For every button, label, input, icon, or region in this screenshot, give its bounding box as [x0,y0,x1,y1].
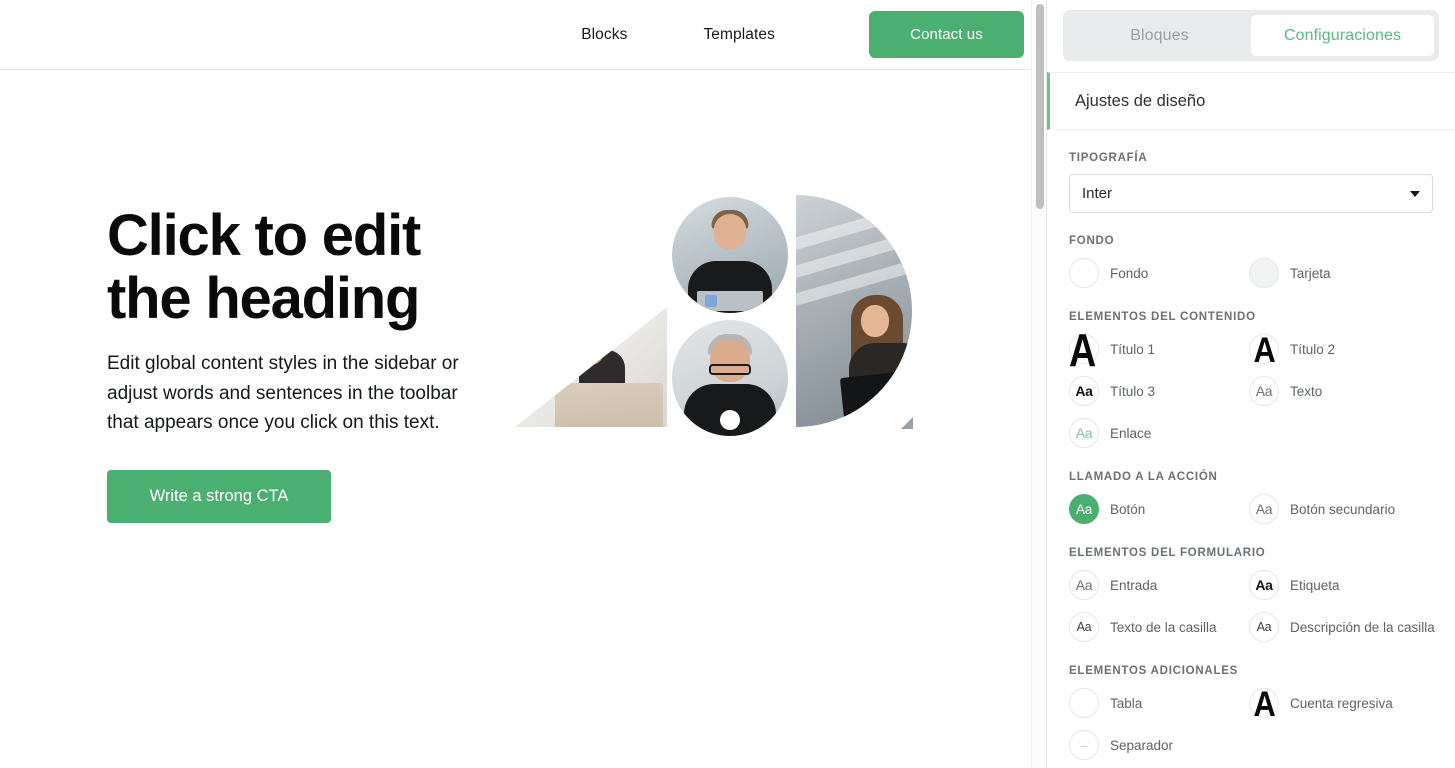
form-input-glyph-icon: Aa [1069,570,1099,600]
panel-tab-bar: Bloques Configuraciones [1063,10,1439,61]
section-title-tipografia: TIPOGRAFÍA [1069,152,1148,164]
swatch-label: Enlace [1110,425,1152,441]
hero-text-column: Click to edit the heading Edit global co… [0,204,500,523]
swatch-item-etiqueta[interactable]: Aa Etiqueta [1249,569,1435,601]
swatch-label: Tabla [1110,695,1143,711]
swatch-item-boton-secundario[interactable]: Aa Botón secundario [1249,493,1433,525]
checkbox-text-glyph-icon: Aa [1069,612,1099,642]
circle-swatch-white-icon [1069,258,1099,288]
swatch-label: Título 2 [1290,341,1336,357]
checkbox-description-letter: Aa [1256,620,1272,634]
secondary-button-glyph-icon: Aa [1249,494,1279,524]
swatch-label: Texto de la casilla [1110,619,1217,635]
form-label-glyph-icon: Aa [1249,570,1279,600]
link-letter: Aa [1075,425,1093,441]
swatch-label: Cuenta regresiva [1290,695,1393,711]
font-family-value: Inter [1082,185,1113,202]
tab-bloques[interactable]: Bloques [1068,15,1251,56]
swatch-item-titulo-1[interactable]: A Título 1 [1069,327,1249,373]
swatch-label: Botón [1110,501,1146,517]
swatch-item-cuenta-regresiva[interactable]: A Cuenta regresiva [1249,687,1433,722]
swatch-label: Fondo [1110,265,1149,281]
hero-section: Click to edit the heading Edit global co… [0,70,1046,523]
hero-subtext[interactable]: Edit global content styles in the sideba… [107,349,477,437]
swatch-item-entrada[interactable]: Aa Entrada [1069,569,1249,601]
section-title-elementos-del-contenido: ELEMENTOS DEL CONTENIDO [1069,311,1256,323]
nav-link-templates[interactable]: Templates [665,26,813,44]
swatch-label: Etiqueta [1290,577,1340,593]
editor-app: Blocks Templates Contact us Click to edi… [0,0,1455,768]
contact-us-button[interactable]: Contact us [869,11,1024,58]
section-title-elementos-adicionales: ELEMENTOS ADICIONALES [1069,665,1239,677]
swatch-item-texto-de-la-casilla[interactable]: Aa Texto de la casilla [1069,611,1249,643]
collage-photo-man-standing [672,197,788,313]
primary-button-glyph-icon: Aa [1069,494,1099,524]
swatch-item-separador[interactable]: – Separador [1069,729,1249,761]
design-settings-heading: Ajustes de diseño [1047,72,1455,130]
heading-3-glyph-icon: Aa [1069,376,1099,406]
swatch-label: Entrada [1110,577,1158,593]
swatch-item-texto[interactable]: Aa Texto [1249,375,1433,407]
circle-swatch-gray-icon [1249,258,1279,288]
heading-2-glyph-icon: A [1249,333,1279,368]
swatch-item-tarjeta[interactable]: Tarjeta [1249,257,1433,289]
heading-3-letter: Aa [1075,383,1093,399]
collage-photo-man-glasses [672,320,788,436]
countdown-glyph-icon: A [1249,687,1279,722]
swatch-label: Separador [1110,737,1174,753]
canvas-scrollbar-thumb[interactable] [1036,4,1044,209]
secondary-button-letter: Aa [1255,501,1273,517]
hero-cta-button[interactable]: Write a strong CTA [107,469,331,523]
site-navbar: Blocks Templates Contact us [0,0,1046,70]
font-family-select[interactable]: Inter [1069,174,1433,213]
link-glyph-icon: Aa [1069,418,1099,448]
adicionales-swatch-grid: Tabla A Cuenta regresiva – Separador [1069,687,1433,761]
settings-list: TIPOGRAFÍA Inter FONDO Fondo Tarjeta ELE… [1047,130,1455,768]
section-title-llamado-a-la-accion: LLAMADO A LA ACCIÓN [1069,471,1218,483]
swatch-label: Título 3 [1110,383,1156,399]
page-canvas: Blocks Templates Contact us Click to edi… [0,0,1046,768]
section-title-elementos-del-formulario: ELEMENTOS DEL FORMULARIO [1069,547,1266,559]
tab-configuraciones[interactable]: Configuraciones [1251,15,1434,56]
swatch-item-tabla[interactable]: Tabla [1069,687,1249,719]
hero-image-collage[interactable] [515,195,945,445]
checkbox-text-letter: Aa [1076,620,1092,634]
swatch-label: Tarjeta [1290,265,1331,281]
swatch-item-fondo[interactable]: Fondo [1069,257,1249,289]
fondo-swatch-grid: Fondo Tarjeta [1069,257,1433,289]
table-swatch-icon [1069,688,1099,718]
form-input-letter: Aa [1075,577,1093,593]
canvas-scrollbar[interactable] [1031,0,1046,768]
form-label-letter: Aa [1255,577,1273,593]
settings-panel: Bloques Configuraciones Ajustes de diseñ… [1046,0,1455,768]
swatch-item-titulo-2[interactable]: A Título 2 [1249,333,1433,368]
chevron-down-icon [1410,190,1420,197]
checkbox-description-glyph-icon: Aa [1249,612,1279,642]
hero-heading[interactable]: Click to edit the heading [107,204,447,330]
divider-swatch-icon: – [1069,730,1099,760]
heading-1-glyph-icon: A [1069,327,1099,373]
nav-link-blocks[interactable]: Blocks [543,26,665,44]
primary-button-letter: Aa [1076,501,1092,517]
swatch-item-boton[interactable]: Aa Botón [1069,493,1249,525]
heading-2-letter: A [1253,331,1276,370]
swatch-label: Botón secundario [1290,501,1396,517]
swatch-label: Descripción de la casilla [1290,619,1435,635]
swatch-label: Título 1 [1110,341,1156,357]
formulario-swatch-grid: Aa Entrada Aa Etiqueta Aa Texto de la ca… [1069,569,1435,643]
heading-1-letter: A [1068,324,1097,376]
section-title-fondo: FONDO [1069,235,1115,247]
body-text-letter: Aa [1255,383,1273,399]
divider-glyph: – [1080,737,1088,753]
body-text-glyph-icon: Aa [1249,376,1279,406]
swatch-item-titulo-3[interactable]: Aa Título 3 [1069,375,1249,407]
swatch-item-enlace[interactable]: Aa Enlace [1069,417,1249,449]
cta-swatch-grid: Aa Botón Aa Botón secundario [1069,493,1433,525]
collage-photo-woman-laptop [515,307,667,427]
contenido-swatch-grid: A Título 1 A Título 2 Aa Título 3 Aa Tex… [1069,327,1433,449]
swatch-label: Texto [1290,383,1323,399]
swatch-item-descripcion-de-la-casilla[interactable]: Aa Descripción de la casilla [1249,611,1435,643]
countdown-letter: A [1253,685,1276,724]
collage-photo-woman-tunnel [796,195,912,427]
